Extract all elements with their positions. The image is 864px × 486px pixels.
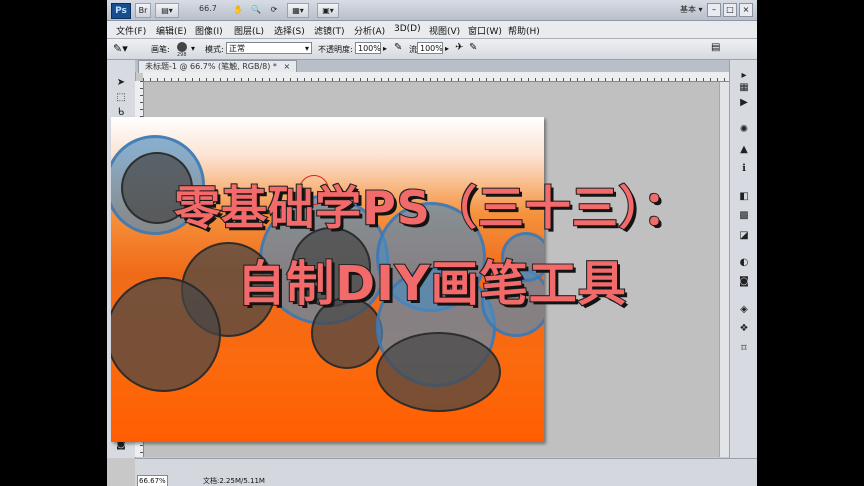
hand-tool-icon[interactable]: ✋ (232, 3, 244, 16)
history-panel-icon[interactable]: ▦ (738, 82, 750, 94)
blend-mode-select[interactable]: 正常 ▾ (226, 42, 312, 54)
document-tab-bar: 未标题-1 @ 66.7% (笔触, RGB/8) * × (135, 60, 729, 73)
maximize-button[interactable]: □ (723, 3, 737, 17)
opacity-label: 不透明度: (318, 45, 353, 54)
photoshop-logo: Ps (111, 3, 131, 19)
options-bar: ✎▾ 画笔: 298 ▾ 模式: 正常 ▾ 不透明度: 100% ▸ ✎ 流量:… (107, 39, 757, 60)
bridge-icon[interactable]: Br (135, 3, 151, 18)
status-bar: 66.67% 文档:2.25M/5.11M (135, 458, 757, 486)
status-zoom-field[interactable]: 66.67% (137, 475, 168, 486)
close-button[interactable]: × (739, 3, 753, 17)
pressure-size-icon[interactable]: ✎ (469, 42, 477, 53)
brush-picker-arrow-icon[interactable]: ▾ (191, 44, 195, 53)
view-extras-icon[interactable]: ▤▾ (155, 3, 179, 18)
workspace-switcher[interactable]: 基本 ▾ (680, 4, 703, 15)
brush-dab (376, 332, 501, 412)
brush-size-value: 298 (177, 52, 187, 58)
document-size-info[interactable]: 文档:2.25M/5.11M (203, 476, 265, 486)
brush-preset-picker[interactable] (177, 42, 187, 52)
channels-panel-icon[interactable]: ❖ (738, 323, 750, 335)
menu-help[interactable]: 帮助(H) (508, 24, 540, 37)
brush-tool-preset-icon[interactable]: ✎▾ (113, 42, 128, 55)
menu-edit[interactable]: 编辑(E) (156, 24, 187, 37)
zoom-tool-icon[interactable]: 🔍 (250, 3, 262, 16)
overlay-title-line-2: 自制DIY画笔工具 (236, 255, 627, 313)
move-tool-icon[interactable]: ➤ (112, 76, 130, 90)
screen-mode-icon[interactable]: ▣▾ (317, 3, 339, 18)
menu-window[interactable]: 窗口(W) (468, 24, 502, 37)
pressure-opacity-icon[interactable]: ✎ (394, 42, 402, 53)
flow-arrow-icon[interactable]: ▸ (445, 44, 449, 53)
zoom-level-display[interactable]: 66.7 (199, 4, 217, 13)
menu-bar: 文件(F) 编辑(E) 图像(I) 图层(L) 选择(S) 滤镜(T) 分析(A… (107, 21, 757, 39)
brush-label: 画笔: (151, 45, 170, 54)
opacity-arrow-icon[interactable]: ▸ (383, 44, 387, 53)
chevron-down-icon: ▾ (304, 44, 309, 53)
panel-collapse-icon[interactable]: ▸ (738, 70, 750, 82)
rotate-view-icon[interactable]: ⟳ (268, 3, 280, 16)
menu-image[interactable]: 图像(I) (195, 24, 223, 37)
horizontal-ruler (143, 72, 729, 82)
menu-filter[interactable]: 滤镜(T) (314, 24, 345, 37)
app-bar: Ps Br ▤▾ 66.7 ✋ 🔍 ⟳ ▦▾ ▣▾ 基本 ▾ – □ × (107, 0, 757, 21)
menu-3d[interactable]: 3D(D) (394, 24, 421, 34)
tab-close-icon[interactable]: × (283, 62, 290, 71)
minimize-button[interactable]: – (707, 3, 721, 17)
brush-panel-icon[interactable]: ▤ (711, 42, 720, 53)
actions-panel-icon[interactable]: ▶ (738, 97, 750, 109)
opacity-input[interactable]: 100% (355, 42, 381, 54)
menu-layer[interactable]: 图层(L) (234, 24, 264, 37)
paths-panel-icon[interactable]: ⌑ (738, 343, 750, 355)
arrange-documents-icon[interactable]: ▦▾ (287, 3, 309, 18)
menu-view[interactable]: 视图(V) (429, 24, 460, 37)
flow-input[interactable]: 100% (417, 42, 443, 54)
mode-label: 模式: (205, 45, 224, 54)
histogram-panel-icon[interactable]: ▲ (738, 144, 750, 156)
airbrush-icon[interactable]: ✈ (455, 42, 463, 53)
menu-file[interactable]: 文件(F) (116, 24, 146, 37)
menu-select[interactable]: 选择(S) (274, 24, 305, 37)
marquee-tool-icon[interactable]: ⬚ (112, 91, 130, 105)
overlay-title-line-1: 零基础学PS（三十三）： (173, 180, 690, 236)
navigator-panel-icon[interactable]: ✺ (738, 124, 750, 136)
menu-analysis[interactable]: 分析(A) (354, 24, 385, 37)
